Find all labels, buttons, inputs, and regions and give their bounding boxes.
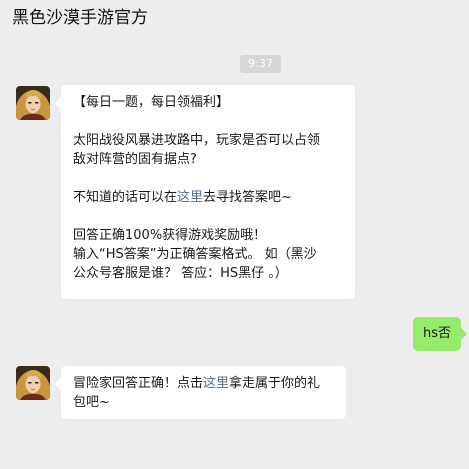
chat-header: 黑色沙漠手游官方 — [0, 0, 469, 40]
message-line: 包吧~ — [73, 395, 110, 410]
incoming-message-bubble: 冒险家回答正确！点击这里拿走属于你的礼 包吧~ — [55, 366, 346, 419]
more-dots-icon[interactable] — [411, 0, 431, 2]
message-line: 冒险家回答正确！点击这里拿走属于你的礼 — [73, 374, 334, 393]
message-text: 不知道的话可以在 — [73, 190, 178, 205]
message-text: hs否 — [422, 326, 451, 341]
outgoing-message-bubble: hs否 — [413, 317, 467, 351]
message-line: 敌对阵营的固有据点? — [73, 152, 197, 167]
message-text: 冒险家回答正确！点击 — [73, 376, 204, 391]
answer-link[interactable]: 这里 — [177, 190, 203, 205]
message-line: 太阳战役风暴进攻路中，玩家是否可以占领 — [73, 133, 321, 148]
incoming-message-bubble: 【每日一题，每日领福利】 太阳战役风暴进攻路中，玩家是否可以占领 敌对阵营的固有… — [55, 85, 355, 299]
sender-avatar-icon[interactable] — [16, 86, 50, 120]
message-text: 拿走属于你的礼 — [229, 376, 321, 391]
gift-link[interactable]: 这里 — [203, 376, 229, 391]
message-text: 去寻找答案吧~ — [203, 190, 292, 205]
timestamp-badge: 9:37 — [240, 55, 281, 73]
message-line: 公众号客服是谁？ 答应：HS黑仔 。） — [73, 266, 288, 281]
message-line: 【每日一题，每日领福利】 — [73, 95, 230, 110]
message-line: 不知道的话可以在这里去寻找答案吧~ — [73, 188, 343, 207]
page-title: 黑色沙漠手游官方 — [12, 8, 148, 28]
message-line: 回答正确100%获得游戏奖励哦！ — [73, 228, 267, 243]
message-line: 输入“HS答案”为正确答案格式。 如（黑沙 — [73, 247, 317, 262]
sender-avatar-icon[interactable] — [16, 366, 50, 400]
